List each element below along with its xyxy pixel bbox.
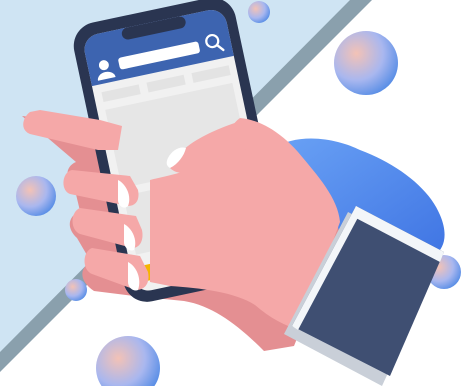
- phone-in-hand-illustration: [0, 0, 472, 386]
- illustration-canvas: [0, 0, 472, 386]
- bubble-top: [248, 1, 270, 23]
- bubble-large-right: [334, 31, 398, 95]
- bubble-small-left: [65, 279, 87, 301]
- bubble-left: [16, 176, 56, 216]
